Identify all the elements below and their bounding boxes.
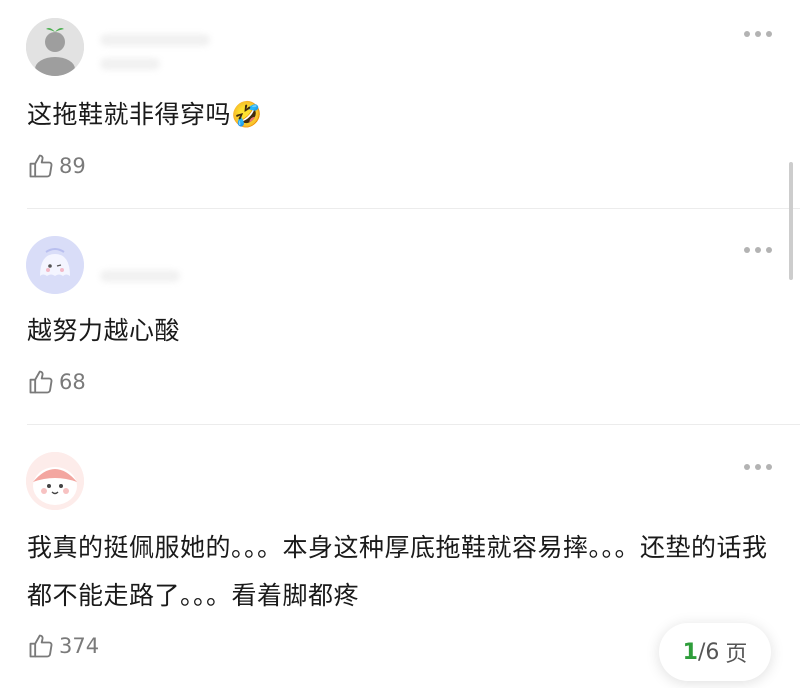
like-count: 374 <box>59 634 100 658</box>
more-options-button[interactable] <box>744 462 772 472</box>
divider <box>27 208 800 209</box>
ghost-avatar-icon <box>26 236 84 294</box>
username-blurred <box>100 34 210 46</box>
peach-avatar-icon <box>26 452 84 510</box>
dot-icon <box>755 247 761 253</box>
like-button[interactable]: 374 <box>27 631 99 661</box>
dot-icon <box>766 31 772 37</box>
comment-body: 越努力越心酸 <box>27 316 181 345</box>
more-options-button[interactable] <box>744 29 772 39</box>
dot-icon <box>744 247 750 253</box>
meta-blurred <box>100 58 160 70</box>
scrollbar[interactable] <box>789 162 793 280</box>
default-avatar-icon <box>26 18 84 76</box>
comment-text: 我真的挺佩服她的。。。本身这种厚底拖鞋就容易摔。。。还垫的话我都不能走路了。。。… <box>27 524 770 620</box>
dot-icon <box>755 464 761 470</box>
dot-icon <box>755 31 761 37</box>
comment-text: 越努力越心酸 <box>27 307 770 355</box>
avatar[interactable] <box>26 236 84 294</box>
more-options-button[interactable] <box>744 245 772 255</box>
avatar[interactable] <box>26 18 84 76</box>
dot-icon <box>744 31 750 37</box>
like-button[interactable]: 89 <box>27 151 86 181</box>
divider <box>27 424 800 425</box>
thumbs-up-icon <box>29 154 53 178</box>
username-blurred <box>100 270 180 282</box>
like-count: 68 <box>59 370 86 394</box>
like-button[interactable]: 68 <box>27 367 86 397</box>
rofl-emoji-icon: 🤣 <box>231 100 263 129</box>
current-page: 1 <box>682 639 698 665</box>
comment-body: 我真的挺佩服她的。。。本身这种厚底拖鞋就容易摔。。。还垫的话我都不能走路了。。。… <box>27 533 768 610</box>
comment-text: 这拖鞋就非得穿吗🤣 <box>27 91 770 139</box>
avatar[interactable] <box>26 452 84 510</box>
thumbs-up-icon <box>29 634 53 658</box>
like-count: 89 <box>59 154 86 178</box>
dot-icon <box>766 247 772 253</box>
dot-icon <box>744 464 750 470</box>
dot-icon <box>766 464 772 470</box>
thumbs-up-icon <box>29 370 53 394</box>
page-unit: 页 <box>725 642 748 667</box>
total-pages: /6 <box>697 639 720 665</box>
comment-body: 这拖鞋就非得穿吗 <box>27 100 232 129</box>
page-indicator-button[interactable]: 1/6 页 <box>659 623 771 681</box>
